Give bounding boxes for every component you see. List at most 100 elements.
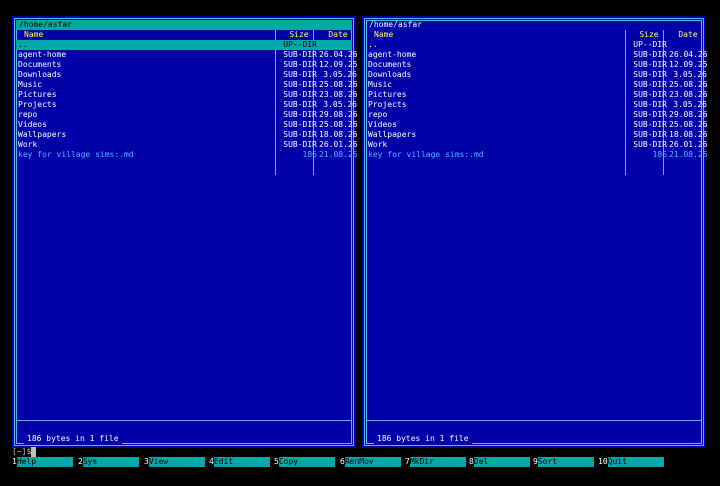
fkey-label: RenMov [344, 457, 401, 467]
left-file-list[interactable]: Name Size Date .. UP--DIR agent-home SUB-D… [16, 30, 358, 160]
item-size: SUB-DIR [283, 110, 317, 119]
item-size: SUB-DIR [283, 90, 317, 99]
item-size: SUB-DIR [283, 140, 317, 149]
list-item[interactable]: Videos SUB-DIR 25.08.26 [366, 120, 708, 130]
item-date: 25.08.26 [669, 80, 708, 89]
right-list-header[interactable]: Name Size Date [366, 30, 702, 40]
list-item[interactable]: repo SUB-DIR 29.08.26 [366, 110, 708, 120]
list-item[interactable]: key for village sims:.md 186 21.08.26 [366, 150, 708, 160]
list-item[interactable]: Work SUB-DIR 26.01.26 [366, 140, 708, 150]
header-name[interactable]: Name [18, 30, 278, 40]
list-item[interactable]: Projects SUB-DIR 3.05.26 [16, 100, 357, 110]
item-size: 186 [652, 150, 667, 159]
command-line[interactable]: [~]$ [12, 447, 712, 457]
item-name: .. [18, 40, 28, 49]
fkey-label: MkDir [409, 457, 466, 467]
header-size[interactable]: Size [281, 30, 317, 40]
list-item[interactable]: key for village sims:.md 186 21.08.26 [16, 150, 358, 160]
fkey-sys[interactable]: 2Sys [78, 457, 144, 467]
item-name: Projects [368, 100, 407, 109]
list-item[interactable]: Wallpapers SUB-DIR 18.08.26 [16, 130, 358, 140]
header-size[interactable]: Size [631, 30, 667, 40]
item-name: Pictures [368, 90, 407, 99]
fkey-sort[interactable]: 9Sort [533, 457, 599, 467]
fkey-number: 10 [598, 457, 608, 466]
item-name: Downloads [368, 70, 412, 79]
header-date[interactable]: Date [669, 30, 707, 40]
list-item[interactable]: Downloads SUB-DIR 3.05.26 [366, 70, 707, 80]
list-item[interactable]: Pictures SUB-DIR 23.08.26 [16, 90, 358, 100]
fkey-renmov[interactable]: 6RenMov [340, 457, 406, 467]
item-size: SUB-DIR [283, 100, 317, 109]
item-size: SUB-DIR [633, 130, 667, 139]
fkey-mkdir[interactable]: 7MkDir [405, 457, 471, 467]
item-size: UP--DIR [283, 40, 317, 49]
item-date: 29.08.26 [669, 110, 708, 119]
list-item[interactable]: agent-home SUB-DIR 26.04.26 [366, 50, 708, 60]
fkey-copy[interactable]: 5Copy [274, 457, 340, 467]
list-item[interactable]: repo SUB-DIR 29.08.26 [16, 110, 358, 120]
item-date: 26.01.26 [669, 140, 708, 149]
right-panel-status: 186 bytes in 1 file [374, 434, 472, 444]
list-item[interactable]: Wallpapers SUB-DIR 18.08.26 [366, 130, 708, 140]
item-name: Documents [18, 60, 62, 69]
item-name: Work [368, 140, 388, 149]
right-panel[interactable]: /home/asfar Name Size Date .. UP--DIR age… [362, 16, 708, 448]
right-file-list[interactable]: Name Size Date .. UP--DIR agent-home SUB-D… [366, 30, 708, 160]
item-date: 29.08.26 [319, 110, 358, 119]
fkey-edit[interactable]: 4Edit [209, 457, 275, 467]
fkey-view[interactable]: 3View [144, 457, 210, 467]
right-panel-path[interactable]: /home/asfar [366, 20, 425, 30]
item-name: Music [18, 80, 43, 89]
fkey-label: View [148, 457, 205, 467]
item-date: 26.01.26 [319, 140, 358, 149]
list-item[interactable]: Videos SUB-DIR 25.08.26 [16, 120, 358, 130]
list-item[interactable]: Pictures SUB-DIR 23.08.26 [366, 90, 708, 100]
item-size: SUB-DIR [633, 80, 667, 89]
fkey-label: Del [473, 457, 530, 467]
item-date: 21.08.26 [669, 150, 708, 159]
item-size: SUB-DIR [283, 120, 317, 129]
list-item[interactable]: agent-home SUB-DIR 26.04.26 [16, 50, 358, 60]
left-panel[interactable]: /home/asfar Name Size Date .. UP--DIR age… [12, 16, 358, 448]
item-name: key for village sims:.md [18, 150, 134, 159]
header-date[interactable]: Date [319, 30, 357, 40]
left-list-header[interactable]: Name Size Date [16, 30, 352, 40]
file-manager-screen: /home/asfar Name Size Date .. UP--DIR age… [0, 0, 720, 486]
list-item[interactable]: Music SUB-DIR 25.08.26 [16, 80, 358, 90]
fkey-help[interactable]: 1Help [12, 457, 78, 467]
item-date: 26.04.26 [319, 50, 358, 59]
fkey-del[interactable]: 8Del [469, 457, 535, 467]
fkey-label: Sys [82, 457, 139, 467]
item-size: 186 [302, 150, 317, 159]
item-name: Pictures [18, 90, 57, 99]
list-item[interactable]: Projects SUB-DIR 3.05.26 [366, 100, 707, 110]
item-name: Music [368, 80, 393, 89]
item-name: Wallpapers [18, 130, 67, 139]
item-size: SUB-DIR [633, 50, 667, 59]
item-size: SUB-DIR [283, 80, 317, 89]
item-date: 21.08.26 [319, 150, 358, 159]
item-size: SUB-DIR [633, 140, 667, 149]
fkey-label: Edit [213, 457, 270, 467]
item-date: 25.08.26 [319, 120, 358, 129]
item-name: Projects [18, 100, 57, 109]
item-size: UP--DIR [633, 40, 667, 49]
list-item[interactable]: Work SUB-DIR 26.01.26 [16, 140, 358, 150]
item-name: Videos [368, 120, 397, 129]
list-item[interactable]: Downloads SUB-DIR 3.05.26 [16, 70, 357, 80]
fkey-quit[interactable]: 10Quit [598, 457, 664, 467]
item-date: 12.09.25 [669, 60, 708, 69]
item-name: Wallpapers [368, 130, 417, 139]
list-item[interactable]: .. UP--DIR [366, 40, 702, 50]
list-item[interactable]: Documents SUB-DIR 12.09.25 [16, 60, 358, 70]
list-item[interactable]: Music SUB-DIR 25.08.26 [366, 80, 708, 90]
item-name: Work [18, 140, 38, 149]
list-item[interactable]: .. UP--DIR [16, 40, 352, 50]
item-size: SUB-DIR [283, 50, 317, 59]
list-item[interactable]: Documents SUB-DIR 12.09.25 [366, 60, 708, 70]
item-size: SUB-DIR [283, 60, 317, 69]
header-name[interactable]: Name [368, 30, 628, 40]
item-name: key for village sims:.md [368, 150, 484, 159]
left-panel-path[interactable]: /home/asfar [16, 20, 352, 30]
